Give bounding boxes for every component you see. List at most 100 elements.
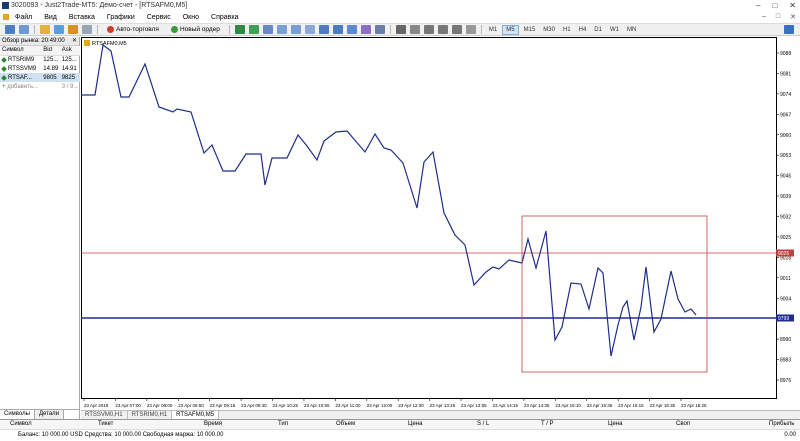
symbol-cell: RTSRIM9 [0, 55, 41, 64]
toolbar: Авто-торговля Новый ордер M1 M5 M15 M30 … [0, 23, 800, 36]
separator [389, 25, 391, 34]
tab-chart-rtsafm[interactable]: RTSAFM0,M5 [172, 411, 220, 419]
tf-m15[interactable]: M15 [521, 26, 539, 34]
crosshair-icon[interactable] [409, 25, 420, 34]
tf-w1[interactable]: W1 [607, 26, 622, 34]
bid-cell: 125... [43, 56, 59, 63]
menu-file[interactable]: Файл [9, 14, 38, 21]
autoscroll-icon[interactable] [318, 25, 329, 34]
menu-bar: Файл Вид Вставка Графики Сервис Окно Спр… [0, 11, 800, 23]
symbol-count: 3 / 9... [61, 83, 79, 90]
tf-h4[interactable]: H4 [576, 26, 590, 34]
templates-icon[interactable] [360, 25, 371, 34]
col-volume[interactable]: Объем [336, 421, 355, 427]
tf-m1[interactable]: M1 [486, 26, 500, 34]
symbol-name: RTSRIM9 [8, 56, 35, 63]
mdi-controls: – □ ✕ [762, 13, 796, 21]
mdi-close-button[interactable]: ✕ [790, 13, 796, 21]
tab-chart-rtssvm[interactable]: RTSSVM0,H1 [81, 411, 128, 419]
col-sl[interactable]: S / L [477, 421, 489, 427]
tf-d1[interactable]: D1 [591, 26, 605, 34]
bar-chart-icon[interactable] [234, 25, 245, 34]
periods-icon[interactable] [374, 25, 385, 34]
col-swap[interactable]: Своп [676, 421, 690, 427]
trendline-icon[interactable] [451, 25, 462, 34]
tile-windows-icon[interactable] [304, 25, 315, 34]
menu-view[interactable]: Вид [38, 14, 63, 21]
maximize-button[interactable]: □ [772, 1, 777, 10]
chart-label-icon [84, 40, 90, 46]
market-watch-icon[interactable] [40, 25, 50, 34]
col-profit[interactable]: Прибыль [769, 421, 794, 427]
menu-charts[interactable]: Графики [101, 14, 141, 21]
new-order-button[interactable]: Новый ордер [167, 25, 224, 35]
col-bid[interactable]: Bid [41, 46, 60, 56]
vertical-line-icon[interactable] [423, 25, 434, 34]
new-chart-icon[interactable] [5, 25, 15, 34]
menu-help[interactable]: Справка [205, 14, 244, 21]
zoom-out-icon[interactable] [290, 25, 301, 34]
objects-icon[interactable] [465, 25, 476, 34]
table-row[interactable]: RTSSVM9 14.89 14.91 [0, 64, 80, 73]
search-icon[interactable] [784, 25, 794, 34]
table-row[interactable]: RTSRIM9 125... 125... [0, 55, 80, 64]
tab-chart-rtsrim[interactable]: RTSRIM0,H1 [128, 411, 173, 419]
y-tick-label: 9032 [780, 215, 791, 221]
col-tp[interactable]: T / P [541, 421, 554, 427]
y-tick-label: 9060 [780, 133, 791, 139]
col-ask[interactable]: Ask [59, 46, 80, 56]
x-tick-label: 23 Apr 15:10 [555, 403, 581, 408]
table-header-row: Символ Bid Ask [0, 46, 80, 56]
balance-text: Баланс: 10 000.00 USD Средства: 10 000.0… [18, 432, 224, 438]
price-chart[interactable]: 9088 9081 9074 9067 9060 9053 9046 9039 9032 9025… [81, 37, 800, 410]
profiles-icon[interactable] [19, 25, 29, 34]
col-ticket[interactable]: Тикет [98, 421, 113, 427]
col-time[interactable]: Время [204, 421, 222, 427]
chart-tabs: RTSSVM0,H1 RTSRIM0,H1 RTSAFM0,M5 [81, 410, 800, 419]
autotrade-icon [107, 26, 114, 33]
chart-shift-icon[interactable] [332, 25, 343, 34]
minimize-button[interactable]: – [756, 1, 760, 10]
autotrade-button[interactable]: Авто-торговля [103, 25, 163, 35]
indicators-icon[interactable] [346, 25, 357, 34]
x-tick-label: 23 Apr 13:55 [461, 403, 487, 408]
add-symbol-row[interactable]: + добавить... 3 / 9... [0, 82, 80, 91]
symbol-icon [1, 65, 7, 72]
line-chart-icon[interactable] [262, 25, 273, 34]
close-button[interactable]: ✕ [789, 1, 796, 10]
mt5-window: 3020093 - Just2Trade-MT5: Демо-счет - [R… [0, 0, 800, 441]
add-symbol-cell: + добавить... [0, 82, 41, 91]
tf-m30[interactable]: M30 [540, 26, 558, 34]
terminal-icon[interactable] [82, 25, 92, 34]
tf-mn[interactable]: MN [624, 26, 639, 34]
bid-cell: 14.89 [43, 65, 59, 72]
zoom-in-icon[interactable] [276, 25, 287, 34]
col-type[interactable]: Тип [278, 421, 288, 427]
tf-m5[interactable]: M5 [502, 24, 519, 35]
col-symbol[interactable]: Символ [10, 421, 32, 427]
horizontal-line-icon[interactable] [437, 25, 448, 34]
y-tick-label: 9081 [780, 71, 791, 77]
mdi-minimize-button[interactable]: – [762, 13, 766, 21]
x-tick-label: 23 Apr 12:30 [398, 403, 424, 408]
price-tag-blue-label: 9799 [778, 316, 789, 322]
chart-window[interactable]: 9088 9081 9074 9067 9060 9053 9046 9039 9032 9025… [81, 37, 800, 410]
navigator-icon[interactable] [68, 25, 78, 34]
separator [34, 25, 35, 34]
empty-cell [41, 82, 59, 91]
table-row[interactable]: RTSAF... 9805 9825 [0, 73, 80, 82]
col-current-price[interactable]: Цена [608, 421, 622, 427]
col-symbol[interactable]: Символ [0, 46, 42, 56]
mdi-restore-button[interactable]: □ [776, 13, 780, 21]
menu-insert[interactable]: Вставка [63, 14, 101, 21]
tab-symbols[interactable]: Символы [0, 410, 35, 419]
cursor-icon[interactable] [395, 25, 406, 34]
col-price[interactable]: Цена [408, 421, 422, 427]
data-window-icon[interactable] [54, 25, 64, 34]
menu-tools[interactable]: Сервис [141, 14, 177, 21]
close-icon[interactable]: ✕ [72, 37, 77, 46]
tf-h1[interactable]: H1 [560, 26, 574, 34]
tab-details[interactable]: Детали [34, 410, 65, 419]
menu-window[interactable]: Окно [177, 14, 205, 21]
candlestick-icon[interactable] [248, 25, 259, 34]
